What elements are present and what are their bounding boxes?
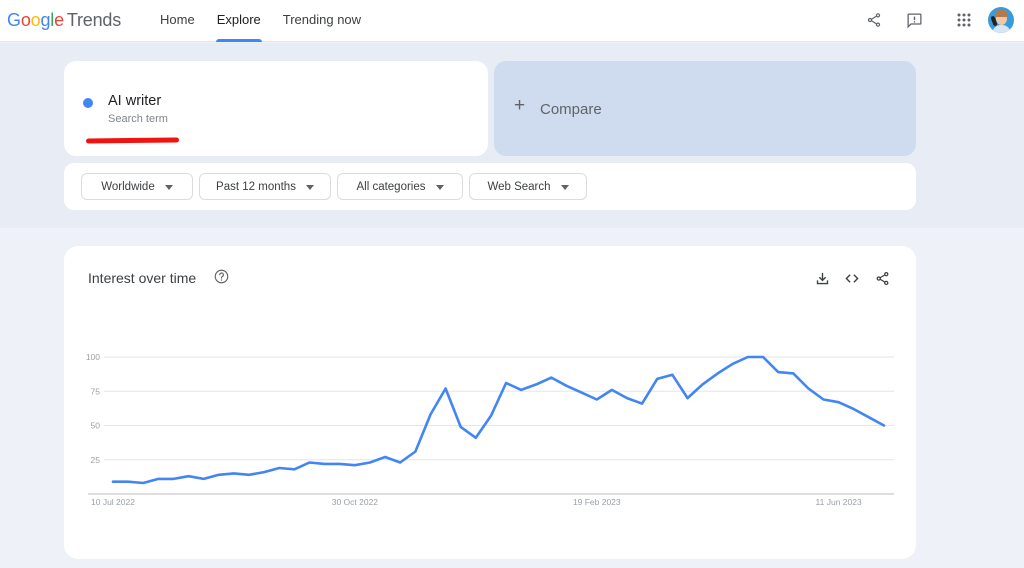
y-tick-label: 100 — [86, 352, 100, 362]
axis-layer: 25 50 75 100 10 Jul 2022 30 Oct 2022 19 Feb 20… — [86, 352, 894, 507]
filter-category-label: All categories — [356, 180, 426, 193]
logo-letter: e — [54, 10, 64, 30]
nav-explore[interactable]: Explore — [207, 0, 271, 42]
red-annotation-underline — [85, 137, 180, 144]
caret-down-icon — [560, 184, 569, 190]
google-trends-logo[interactable]: Google Trends — [7, 10, 121, 31]
top-actions — [860, 6, 1014, 34]
logo-product-name: Trends — [66, 10, 122, 30]
nav-trending-now[interactable]: Trending now — [273, 0, 371, 42]
avatar-body — [992, 25, 1011, 33]
filters-bar: Worldwide Past 12 months All categories … — [64, 163, 916, 210]
share-button[interactable] — [860, 6, 888, 34]
grid-layer — [104, 356, 894, 461]
x-tick-label: 11 Jun 2023 — [816, 497, 862, 507]
x-tick-label: 30 Oct 2022 — [332, 497, 379, 507]
filter-location[interactable]: Worldwide — [81, 173, 193, 200]
series-line — [111, 355, 886, 485]
share-icon — [867, 13, 881, 27]
interest-over-time-card: Interest over time 25 50 75 100 10 Jul 2022 3… — [64, 246, 916, 559]
filter-time-range[interactable]: Past 12 months — [199, 173, 331, 200]
logo-letter: g — [40, 10, 51, 30]
filter-category[interactable]: All categories — [337, 173, 463, 200]
filter-search-type-label: Web Search — [487, 180, 551, 193]
apps-button[interactable] — [950, 6, 978, 34]
caret-down-icon — [435, 184, 444, 190]
series-layer — [111, 355, 886, 485]
feedback-button[interactable] — [900, 6, 928, 34]
logo-letter: o — [30, 10, 41, 30]
search-term-card[interactable]: AI writer Search term — [64, 61, 488, 156]
account-avatar[interactable] — [988, 7, 1014, 33]
apps-grid-icon — [957, 13, 971, 27]
avatar-hair — [995, 10, 1008, 17]
x-tick-label: 19 Feb 2023 — [573, 497, 621, 507]
search-term-name[interactable]: AI writer — [108, 93, 161, 109]
caret-down-icon — [164, 184, 173, 190]
y-tick-label: 50 — [91, 421, 101, 431]
compare-label: Compare — [540, 101, 602, 118]
y-tick-label: 25 — [91, 455, 101, 465]
compare-button[interactable]: + Compare — [494, 61, 916, 156]
filter-location-label: Worldwide — [101, 180, 155, 193]
plus-icon: + — [514, 95, 526, 116]
y-tick-label: 75 — [91, 386, 101, 396]
x-tick-label: 10 Jul 2022 — [91, 497, 135, 507]
logo-letter: G — [7, 10, 21, 30]
main-nav: Home Explore Trending now — [150, 0, 373, 42]
top-app-bar: Google Trends Home Explore Trending now — [0, 0, 1024, 42]
nav-home[interactable]: Home — [150, 0, 205, 42]
series-color-dot — [83, 98, 93, 108]
search-term-type: Search term — [108, 113, 168, 125]
caret-down-icon — [305, 184, 314, 190]
feedback-icon — [906, 12, 922, 28]
filter-time-range-label: Past 12 months — [216, 180, 296, 193]
interest-over-time-chart[interactable]: 25 50 75 100 10 Jul 2022 30 Oct 2022 19 Feb 20… — [64, 246, 916, 559]
filter-search-type[interactable]: Web Search — [469, 173, 587, 200]
logo-letter: o — [20, 10, 31, 30]
